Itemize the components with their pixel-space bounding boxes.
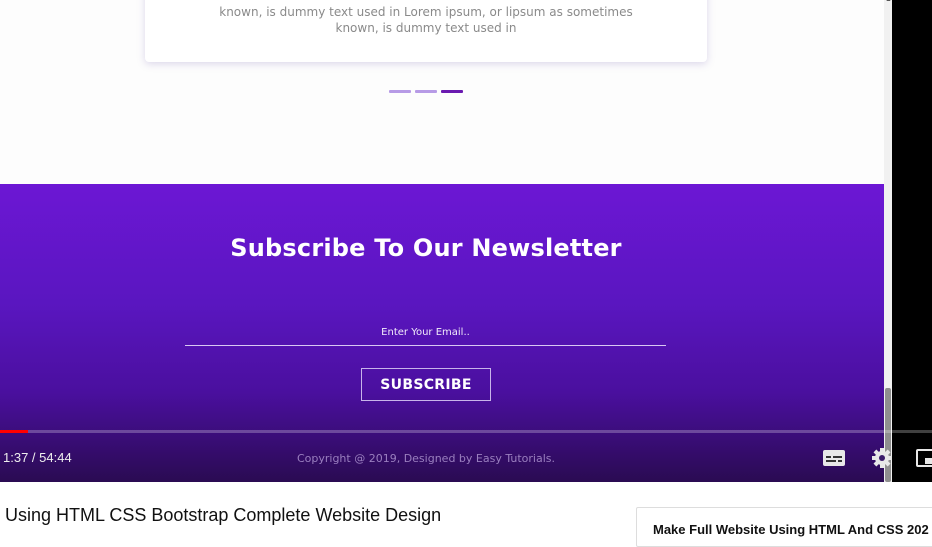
subscribe-button[interactable]: SUBSCRIBE xyxy=(361,368,491,401)
subtitles-icon[interactable] xyxy=(821,446,847,470)
video-title: Using HTML CSS Bootstrap Complete Websit… xyxy=(5,505,442,525)
carousel-dot-1[interactable] xyxy=(389,90,411,93)
carousel-indicators xyxy=(389,90,463,94)
email-input[interactable] xyxy=(185,319,666,346)
progress-bar[interactable] xyxy=(0,430,932,433)
video-player[interactable]: known, is dummy text used in Lorem ipsum… xyxy=(0,0,932,482)
video-info: Using HTML CSS Bootstrap Complete Websit… xyxy=(0,482,932,547)
carousel-dot-3[interactable] xyxy=(441,90,463,93)
progress-fill xyxy=(0,430,28,433)
testimonial-text: known, is dummy text used in Lorem ipsum… xyxy=(145,4,707,36)
recommended-video-title[interactable]: Make Full Website Using HTML And CSS 202 xyxy=(653,522,929,537)
video-frame[interactable]: known, is dummy text used in Lorem ipsum… xyxy=(0,0,892,482)
carousel-dot-2[interactable] xyxy=(415,90,437,93)
settings-icon[interactable] xyxy=(869,446,895,470)
testimonial-line-2: known, is dummy text used in xyxy=(335,21,517,35)
player-controls: 1:37 / 54:44 xyxy=(0,430,932,482)
miniplayer-icon[interactable] xyxy=(914,446,932,470)
recommended-video-card[interactable]: Make Full Website Using HTML And CSS 202 xyxy=(636,507,932,547)
testimonial-card: known, is dummy text used in Lorem ipsum… xyxy=(145,0,707,62)
time-display: 1:37 / 54:44 xyxy=(3,450,72,465)
testimonial-line-1: known, is dummy text used in Lorem ipsum… xyxy=(219,5,633,19)
page-scrollbar[interactable]: ▲ xyxy=(884,0,892,482)
newsletter-title: Subscribe To Our Newsletter xyxy=(230,234,622,262)
scroll-up-arrow-icon[interactable]: ▲ xyxy=(885,0,892,3)
